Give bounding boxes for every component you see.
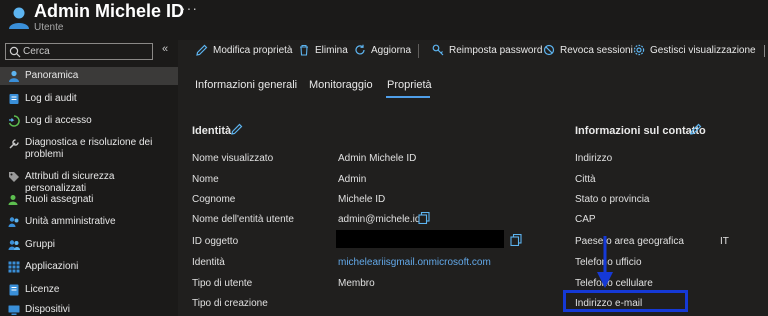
sidebar-item-label: Licenze — [25, 284, 60, 295]
sidebar-item-sign-in-log[interactable]: Log di accesso — [0, 112, 178, 130]
toolbar-divider — [418, 44, 419, 58]
search-icon — [9, 46, 21, 58]
identity-label: Nome — [192, 174, 219, 185]
active-tab-indicator — [386, 96, 430, 98]
edit-properties-button[interactable]: Modifica proprietà — [196, 44, 292, 56]
delete-button[interactable]: Elimina — [298, 44, 348, 56]
annotation-arrow — [597, 236, 613, 288]
identity-label: Nome visualizzato — [192, 153, 274, 164]
sidebar-item-label: Unità amministrative — [25, 216, 116, 227]
identity-label: Cognome — [192, 194, 236, 205]
tab-bar: Informazioni generali Monitoraggio Propr… — [178, 73, 768, 99]
contact-label: Paese o area geografica — [575, 236, 684, 247]
manage-view-label: Gestisci visualizzazione — [650, 44, 756, 56]
sidebar-item-groups[interactable]: Gruppi — [0, 236, 178, 254]
identity-label: Nome dell'entità utente — [192, 214, 294, 225]
edit-properties-label: Modifica proprietà — [213, 44, 293, 56]
last-name-value: Michele ID — [338, 194, 386, 205]
sidebar-item-label: Gruppi — [25, 239, 56, 250]
identity-label: Tipo di creazione — [192, 298, 268, 309]
sidebar-item-devices[interactable]: Dispositivi — [0, 302, 178, 316]
license-icon — [9, 284, 19, 296]
block-icon — [543, 44, 555, 56]
manage-view-button[interactable]: Gestisci visualizzazione — [633, 44, 756, 56]
identity-label: ID oggetto — [192, 236, 239, 247]
revoke-sessions-label: Revoca sessioni — [560, 44, 633, 56]
sidebar-item-label: Applicazioni — [25, 261, 79, 272]
tab-general-info[interactable]: Informazioni generali — [195, 79, 297, 91]
identity-link[interactable]: micheleariisgmail.onmicrosoft.com — [338, 257, 491, 268]
refresh-label: Aggiorna — [371, 44, 412, 56]
reset-password-label: Reimposta password — [449, 44, 543, 56]
roles-icon — [8, 195, 18, 205]
user-type-value: Membro — [338, 278, 375, 289]
sidebar-item-licenses[interactable]: Licenze — [0, 281, 178, 299]
refresh-button[interactable]: Aggiorna — [354, 44, 411, 56]
country-value: IT — [720, 236, 729, 247]
sidebar-item-admin-units[interactable]: Unità amministrative — [0, 213, 178, 231]
main-content: Modifica proprietà Elimina Aggiorna Reim… — [178, 40, 768, 316]
device-icon — [8, 305, 20, 315]
tab-properties[interactable]: Proprietà — [387, 79, 432, 91]
collapse-sidebar-button[interactable]: « — [162, 43, 168, 55]
email-highlight-box — [563, 290, 688, 312]
sidebar-item-panoramica[interactable]: Panoramica — [0, 67, 178, 85]
refresh-icon — [355, 44, 365, 55]
sidebar-item-security-attributes[interactable]: Attributi di sicurezza personalizzati — [0, 168, 178, 194]
contact-label: Stato o provincia — [575, 194, 650, 205]
edit-contact-icon[interactable] — [690, 123, 702, 135]
toolbar-overflow[interactable] — [764, 45, 768, 57]
page-subtitle: Utente — [34, 22, 64, 33]
command-bar: Modifica proprietà Elimina Aggiorna Reim… — [178, 40, 768, 62]
sign-in-icon — [8, 115, 20, 127]
identity-label: Tipo di utente — [192, 278, 253, 289]
copy-icon[interactable] — [418, 212, 430, 224]
gear-icon — [633, 44, 645, 56]
sidebar-item-label: Dispositivi — [25, 304, 71, 315]
edit-identity-icon[interactable] — [231, 123, 243, 135]
page-title: Admin Michele ID — [34, 1, 185, 21]
sidebar: « Panoramica Log di audit Log di accesso… — [0, 40, 178, 316]
groups-icon — [8, 240, 20, 250]
trash-icon — [300, 44, 308, 56]
first-name-value: Admin — [338, 174, 367, 185]
identity-label: Identità — [192, 257, 225, 268]
apps-grid-icon — [8, 261, 20, 273]
sidebar-item-label: Log di accesso — [25, 115, 92, 126]
contact-label: Città — [575, 174, 596, 185]
person-icon — [9, 70, 19, 82]
redacted-object-id — [336, 230, 504, 248]
tab-monitoring[interactable]: Monitoraggio — [309, 79, 373, 91]
identity-section-title: Identità — [192, 125, 232, 137]
display-name-value: Admin Michele ID — [338, 153, 417, 164]
key-icon — [432, 44, 444, 56]
audit-log-icon — [9, 94, 19, 104]
sidebar-item-label: Diagnostica e risoluzione dei problemi — [25, 137, 153, 160]
sidebar-item-roles[interactable]: Ruoli assegnati — [0, 191, 178, 209]
search-input[interactable] — [23, 44, 151, 59]
delete-label: Elimina — [315, 44, 348, 56]
copy-icon[interactable] — [510, 234, 522, 246]
contact-label: CAP — [575, 214, 596, 225]
revoke-sessions-button[interactable]: Revoca sessioni — [543, 44, 633, 56]
wrench-icon — [9, 139, 19, 149]
admin-units-icon — [8, 217, 19, 227]
sidebar-item-applications[interactable]: Applicazioni — [0, 258, 178, 276]
sidebar-item-audit-log[interactable]: Log di audit — [0, 90, 178, 108]
sidebar-search[interactable] — [5, 43, 153, 60]
sidebar-item-label: Panoramica — [25, 70, 79, 81]
sidebar-item-diagnostics[interactable]: Diagnostica e risoluzione dei problemi — [0, 135, 178, 163]
contact-section-title: Informazioni sul contatto — [575, 125, 706, 137]
contact-label: Indirizzo — [575, 153, 613, 164]
more-options-button[interactable]: ··· — [181, 0, 198, 16]
sidebar-item-label: Ruoli assegnati — [25, 194, 94, 205]
user-avatar-icon — [9, 7, 29, 29]
reset-password-button[interactable]: Reimposta password — [432, 44, 542, 56]
upn-value: admin@michele.id — [338, 214, 421, 225]
tag-icon — [9, 172, 19, 182]
sidebar-item-label: Log di audit — [25, 93, 77, 104]
page-header: Admin Michele ID ··· Utente — [0, 0, 768, 40]
pencil-icon — [196, 44, 208, 56]
